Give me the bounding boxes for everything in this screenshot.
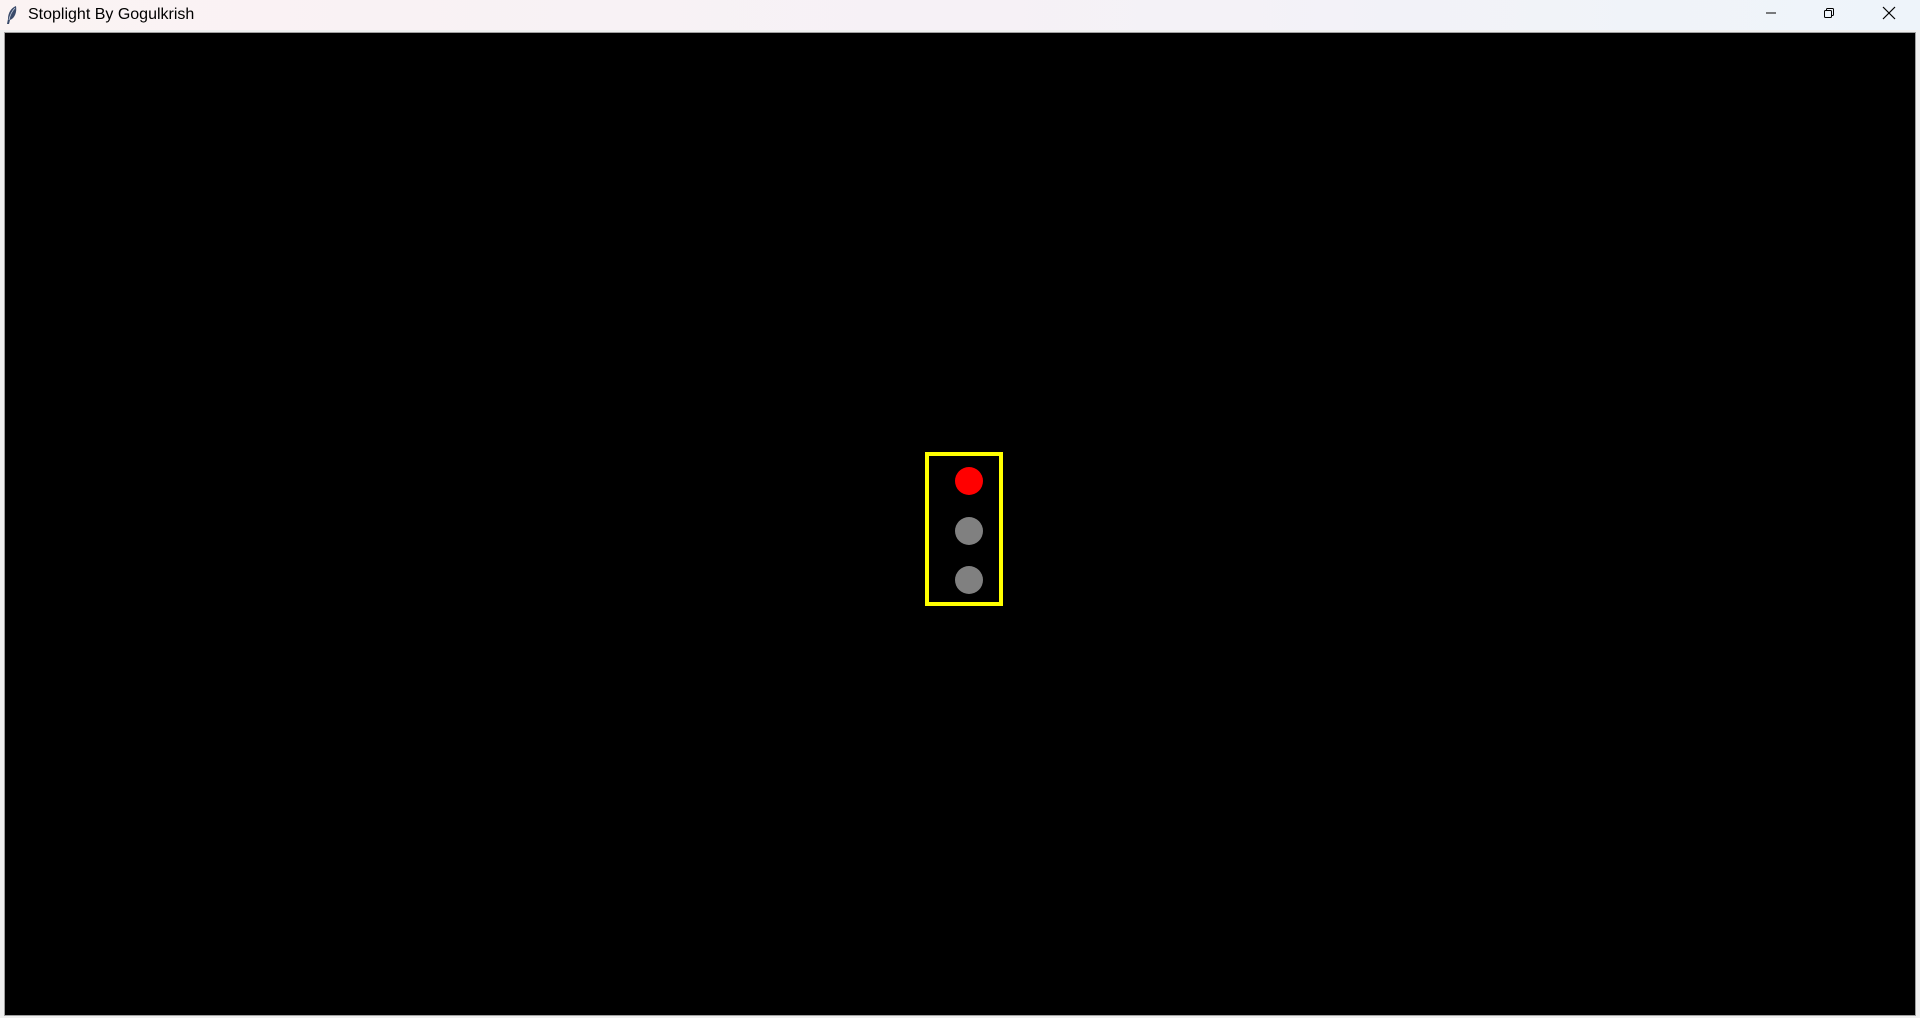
minimize-icon <box>1765 6 1777 24</box>
green-lamp <box>955 566 983 594</box>
close-icon <box>1882 6 1896 25</box>
red-lamp <box>955 467 983 495</box>
drawing-canvas[interactable] <box>4 32 1916 1016</box>
yellow-lamp <box>955 517 983 545</box>
title-bar[interactable]: Stoplight By Gogulkrish <box>0 0 1920 30</box>
stoplight-housing <box>925 452 1003 606</box>
window-title: Stoplight By Gogulkrish <box>28 6 195 23</box>
restore-button[interactable] <box>1800 0 1858 30</box>
app-window: Stoplight By Gogulkrish <box>0 0 1920 1018</box>
close-button[interactable] <box>1858 0 1920 30</box>
minimize-button[interactable] <box>1742 0 1800 30</box>
feather-icon <box>4 5 20 25</box>
restore-icon <box>1823 6 1835 24</box>
